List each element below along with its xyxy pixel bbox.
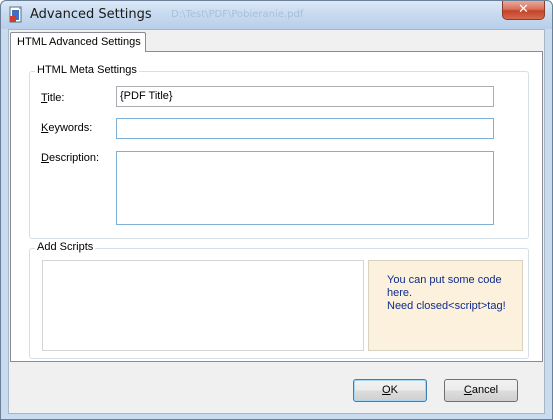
keywords-label-rest: eywords:: [48, 122, 93, 134]
close-icon: ✕: [518, 2, 529, 17]
hint-line-3: Need closed<script>tag!: [387, 300, 506, 312]
description-label-accel: D: [41, 152, 49, 164]
description-label-rest: escription:: [48, 152, 100, 164]
tab-label: HTML Advanced Settings: [17, 36, 141, 48]
html-meta-settings-group: HTML Meta Settings Title: {PDF Title} Ke…: [29, 64, 529, 239]
cancel-rest: ancel: [471, 384, 499, 396]
title-bar[interactable]: Advanced Settings D:\Test\PDF\Pobieranie…: [1, 1, 552, 29]
window-title: Advanced Settings: [30, 7, 152, 22]
description-textarea[interactable]: [116, 151, 494, 225]
dialog-client-area: HTML Advanced Settings HTML Meta Setting…: [8, 29, 545, 414]
cancel-accel: C: [463, 384, 472, 396]
advanced-settings-window: Advanced Settings D:\Test\PDF\Pobieranie…: [0, 0, 553, 420]
ok-button[interactable]: OK: [353, 379, 427, 402]
script-hint-box: You can put some code here. Need closed<…: [368, 260, 523, 351]
title-label: Title:: [41, 92, 64, 104]
cancel-button[interactable]: Cancel: [444, 379, 518, 402]
add-scripts-legend: Add Scripts: [35, 241, 96, 253]
description-label: Description:: [41, 152, 99, 164]
tab-html-advanced-settings[interactable]: HTML Advanced Settings: [10, 32, 146, 52]
keywords-label: Keywords:: [41, 122, 92, 134]
close-button[interactable]: ✕: [502, 1, 545, 20]
keywords-input[interactable]: [116, 118, 494, 139]
ok-rest: K: [390, 384, 398, 396]
hint-line-2: here.: [387, 287, 413, 299]
html-meta-settings-legend: HTML Meta Settings: [35, 64, 139, 76]
window-ghost-title: D:\Test\PDF\Pobieranie.pdf: [171, 9, 304, 20]
script-textarea[interactable]: [42, 260, 364, 351]
title-label-rest: itle:: [47, 92, 65, 104]
tab-page: HTML Meta Settings Title: {PDF Title} Ke…: [10, 51, 543, 362]
ok-accel: O: [382, 384, 391, 396]
hint-line-1: You can put some code: [387, 274, 502, 286]
add-scripts-group: Add Scripts You can put some code here. …: [29, 241, 529, 359]
app-icon: [9, 6, 22, 23]
title-input[interactable]: {PDF Title}: [116, 86, 494, 107]
